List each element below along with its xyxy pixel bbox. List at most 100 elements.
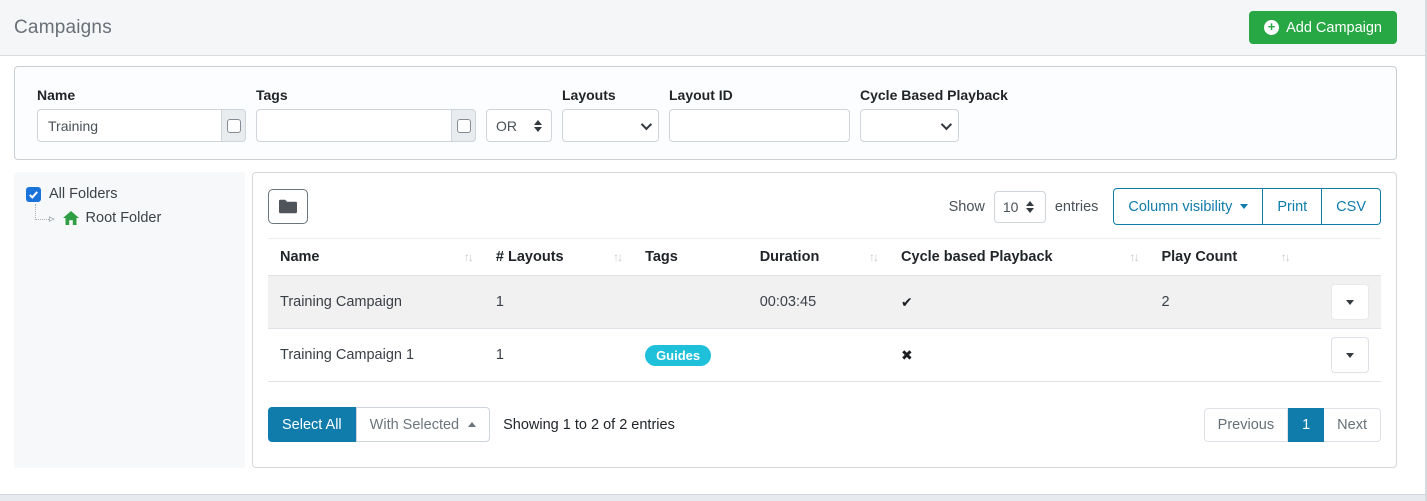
cell-layouts: 1 xyxy=(484,276,633,329)
row-actions-dropdown-button[interactable] xyxy=(1331,337,1369,373)
campaigns-table: Name ↑↓ # Layouts ↑↓ Tags Duration ↑↓ xyxy=(268,238,1381,382)
chevron-down-icon xyxy=(641,118,652,129)
column-visibility-button[interactable]: Column visibility xyxy=(1113,188,1263,225)
stepper-icon xyxy=(534,120,542,132)
layouts-select[interactable] xyxy=(562,109,659,142)
cycle-playback-select[interactable] xyxy=(860,109,959,142)
cycle-playback-filter-group: Cycle Based Playback xyxy=(860,87,1008,142)
tags-operator-select[interactable]: OR xyxy=(486,109,552,142)
column-header-play-count[interactable]: Play Count ↑↓ xyxy=(1149,239,1300,276)
pagination: Previous 1 Next xyxy=(1204,408,1381,442)
root-folder-item[interactable]: ▹ Root Folder xyxy=(35,210,233,226)
cycle-check-icon: ✔ xyxy=(901,294,913,310)
table-footer: Select All With Selected Showing 1 to 2 … xyxy=(268,407,1381,442)
column-header-layouts[interactable]: # Layouts ↑↓ xyxy=(484,239,633,276)
campaigns-card: Show 10 entries Column visibility Print xyxy=(252,172,1397,468)
page-header: Campaigns + Add Campaign xyxy=(0,0,1425,56)
plus-circle-icon: + xyxy=(1264,20,1279,35)
column-visibility-label: Column visibility xyxy=(1128,199,1232,215)
caret-down-icon xyxy=(1240,204,1248,209)
cycle-playback-filter-label: Cycle Based Playback xyxy=(860,87,1008,103)
show-label: Show xyxy=(949,199,985,215)
filter-bar: Name Tags OR Layouts xyxy=(14,66,1397,160)
caret-up-icon xyxy=(468,422,476,427)
print-button[interactable]: Print xyxy=(1263,188,1322,225)
tree-connector xyxy=(35,204,49,220)
folder-icon xyxy=(279,199,297,214)
layout-id-input[interactable] xyxy=(669,109,850,142)
sort-icon: ↑↓ xyxy=(1129,250,1137,264)
pagination-previous-button[interactable]: Previous xyxy=(1204,408,1288,442)
cell-name: Training Campaign xyxy=(268,276,484,329)
caret-down-icon xyxy=(1346,300,1354,305)
column-header-tags: Tags xyxy=(633,239,748,276)
card-toolbar: Show 10 entries Column visibility Print xyxy=(268,188,1381,225)
name-filter-addon xyxy=(222,109,246,142)
cell-duration: 00:03:45 xyxy=(748,276,889,329)
pagination-page-1-button[interactable]: 1 xyxy=(1288,408,1324,442)
page-length-select[interactable]: 10 xyxy=(994,191,1046,223)
folder-toggle-button[interactable] xyxy=(268,189,308,224)
select-all-button[interactable]: Select All xyxy=(268,407,356,442)
cycle-cross-icon: ✖ xyxy=(901,347,913,363)
print-label: Print xyxy=(1277,199,1307,215)
page-title: Campaigns xyxy=(14,17,112,39)
check-icon xyxy=(28,189,39,200)
cell-play-count: 2 xyxy=(1149,276,1300,329)
tags-filter-input[interactable] xyxy=(256,109,452,142)
pagination-next-button[interactable]: Next xyxy=(1324,408,1381,442)
row-actions-dropdown-button[interactable] xyxy=(1331,284,1369,320)
name-filter-label: Name xyxy=(37,87,246,103)
sort-icon: ↑↓ xyxy=(464,250,472,264)
tags-filter-label: Tags xyxy=(256,87,476,103)
cell-duration xyxy=(748,329,889,382)
tags-filter-group: Tags xyxy=(256,87,476,142)
csv-button[interactable]: CSV xyxy=(1322,188,1381,225)
root-folder-label: Root Folder xyxy=(86,210,162,226)
table-row[interactable]: Training Campaign 1 1 Guides ✖ xyxy=(268,329,1381,382)
name-filter-group: Name xyxy=(37,87,246,142)
all-folders-label: All Folders xyxy=(49,186,118,202)
all-folders-item[interactable]: All Folders xyxy=(26,186,233,202)
campaigns-page: Campaigns + Add Campaign Name Tags xyxy=(0,0,1427,501)
folder-tree-panel: All Folders ▹ Root Folder xyxy=(14,172,245,468)
datatable-buttons: Column visibility Print CSV xyxy=(1113,188,1381,225)
cell-tags xyxy=(633,276,748,329)
entries-label: entries xyxy=(1055,199,1099,215)
column-header-name[interactable]: Name ↑↓ xyxy=(268,239,484,276)
layout-id-filter-label: Layout ID xyxy=(669,87,850,103)
showing-entries-text: Showing 1 to 2 of 2 entries xyxy=(503,417,675,433)
caret-down-icon xyxy=(1346,353,1354,358)
tags-filter-checkbox[interactable] xyxy=(457,119,471,133)
stepper-icon xyxy=(1026,201,1034,213)
cell-layouts: 1 xyxy=(484,329,633,382)
add-campaign-button[interactable]: + Add Campaign xyxy=(1249,11,1397,44)
add-campaign-label: Add Campaign xyxy=(1286,20,1382,36)
sort-icon: ↑↓ xyxy=(869,250,877,264)
tree-expander-icon[interactable]: ▹ xyxy=(49,212,55,225)
home-icon xyxy=(63,211,79,226)
tag-badge: Guides xyxy=(645,345,711,366)
csv-label: CSV xyxy=(1336,199,1366,215)
all-folders-checkbox[interactable] xyxy=(26,187,41,202)
column-header-actions xyxy=(1301,239,1381,276)
window-bottom-edge xyxy=(0,494,1425,501)
tags-filter-addon xyxy=(452,109,476,142)
table-header-row: Name ↑↓ # Layouts ↑↓ Tags Duration ↑↓ xyxy=(268,239,1381,276)
sort-icon: ↑↓ xyxy=(613,250,621,264)
with-selected-button[interactable]: With Selected xyxy=(356,407,490,442)
layout-id-filter-group: Layout ID xyxy=(669,87,850,142)
column-header-duration[interactable]: Duration ↑↓ xyxy=(748,239,889,276)
cell-name: Training Campaign 1 xyxy=(268,329,484,382)
layouts-filter-label: Layouts xyxy=(562,87,659,103)
tags-operator-value: OR xyxy=(496,118,517,134)
layouts-filter-group: Layouts xyxy=(562,87,659,142)
page-length-value: 10 xyxy=(1003,199,1019,215)
chevron-down-icon xyxy=(941,118,952,129)
name-filter-checkbox[interactable] xyxy=(227,119,241,133)
table-row[interactable]: Training Campaign 1 00:03:45 ✔ 2 xyxy=(268,276,1381,329)
tags-operator-group: OR xyxy=(486,109,552,142)
column-header-cycle-playback[interactable]: Cycle based Playback ↑↓ xyxy=(889,239,1149,276)
name-filter-input[interactable] xyxy=(37,109,222,142)
sort-icon: ↑↓ xyxy=(1281,250,1289,264)
